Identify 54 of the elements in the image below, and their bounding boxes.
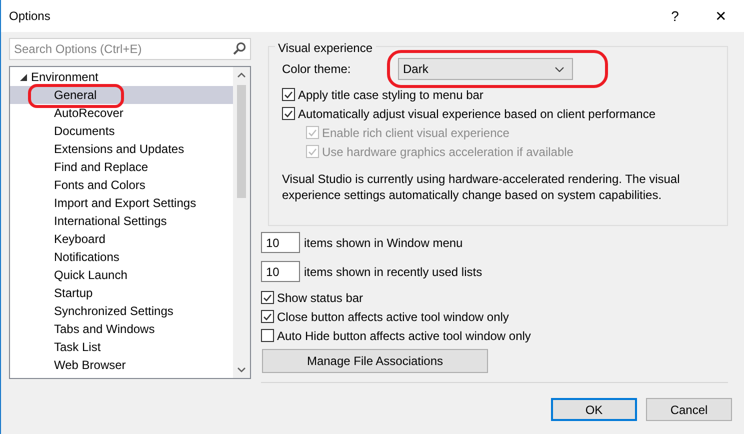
tree-item[interactable]: Documents	[10, 122, 233, 140]
option-label: Apply title case styling to menu bar	[298, 86, 484, 104]
checkbox[interactable]	[261, 291, 274, 304]
tree-item[interactable]: Startup	[10, 284, 233, 302]
tree-item[interactable]: Notifications	[10, 248, 233, 266]
option-label: Use hardware graphics acceleration if available	[322, 144, 574, 160]
tree-item[interactable]: Extensions and Updates	[10, 140, 233, 158]
scrollbar[interactable]	[233, 67, 250, 378]
tree-item[interactable]: Environment	[30, 68, 100, 86]
tree-item[interactable]: Task List	[10, 338, 233, 356]
field-label: Color theme:	[282, 61, 352, 78]
option-label: Auto Hide button affects active tool window only	[277, 328, 531, 344]
window-title: Options	[8, 8, 52, 25]
option-label: Enable rich client visual experience	[322, 124, 510, 142]
tree-item[interactable]: Keyboard	[10, 230, 233, 248]
tree-item[interactable]: Import and Export Settings	[10, 194, 233, 212]
field-label: items shown in Window menu	[304, 234, 463, 252]
tree-item[interactable]: Fonts and Colors	[10, 176, 233, 194]
close-button[interactable]: ✕	[698, 0, 744, 32]
checkmark-icon	[284, 110, 293, 118]
checkbox[interactable]	[282, 107, 295, 120]
count-field[interactable]: 10	[261, 232, 300, 253]
tree-item[interactable]: AutoRecover	[10, 104, 233, 122]
option-label: Close button affects active tool window only	[277, 308, 509, 326]
checkmark-icon	[263, 312, 272, 320]
color-theme-dropdown[interactable]: Dark	[398, 58, 573, 80]
tree-item[interactable]: Web Browser	[10, 356, 233, 374]
dialog-button[interactable]: Cancel	[646, 398, 732, 421]
checkmark-icon	[308, 148, 317, 156]
expander-icon[interactable]	[20, 74, 27, 80]
dialog-button[interactable]: OK	[551, 398, 637, 421]
search-field[interactable]: Search Options (Ctrl+E)	[9, 38, 251, 60]
option-label: Automatically adjust visual experience based on client performance	[298, 106, 656, 122]
checkbox[interactable]	[261, 310, 274, 323]
count-field[interactable]: 10	[261, 261, 300, 282]
tree-item[interactable]: Tabs and Windows	[10, 320, 233, 338]
manage-file-associations-button[interactable]: Manage File Associations	[262, 349, 488, 373]
checkbox[interactable]	[261, 329, 274, 342]
tree-item[interactable]: Find and Replace	[10, 158, 233, 176]
scrollbar-thumb[interactable]	[237, 85, 246, 198]
rendering-note: Visual Studio is currently using hardware-accelerated rendering. The visual experience settings automatically change based on system capabilities.	[282, 171, 681, 203]
tree-item[interactable]: Synchronized Settings	[10, 302, 233, 320]
tree-item[interactable]: General	[10, 86, 233, 104]
tree-item[interactable]: Quick Launch	[10, 266, 233, 284]
checkbox[interactable]	[282, 88, 295, 101]
checkmark-icon	[308, 128, 317, 136]
checkmark-icon	[284, 90, 293, 98]
tree-item[interactable]: International Settings	[10, 212, 233, 230]
help-button[interactable]: ?	[652, 0, 698, 32]
field-label: items shown in recently used lists	[304, 264, 482, 280]
option-label: Show status bar	[277, 290, 364, 306]
chevron-down-icon	[555, 66, 564, 72]
search-icon	[233, 42, 246, 55]
checkmark-icon	[263, 294, 272, 302]
